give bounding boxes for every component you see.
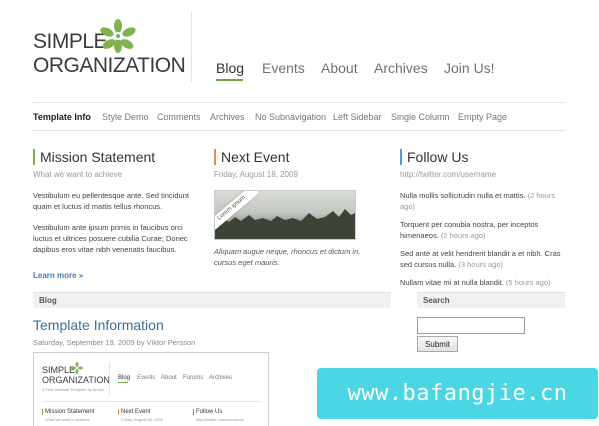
nav-join-us[interactable]: Join Us! <box>444 60 495 76</box>
thumb-tagline: A Free Website Template by Arcsin <box>42 387 104 392</box>
mission-paragraph-2: Vestibulum ante ipsum primis in faucibus… <box>33 223 188 254</box>
learn-more-link[interactable]: Learn more » <box>33 271 83 280</box>
post-title[interactable]: Template Information <box>33 317 164 333</box>
search-panel-title: Search <box>417 292 565 308</box>
tweet: Nulla mollis sollicitudin nulla et matti… <box>400 190 570 212</box>
watermark-banner: www.bafangjie.cn <box>317 368 598 419</box>
thumb-flower-icon <box>71 362 83 374</box>
nav-archives[interactable]: Archives <box>374 60 428 76</box>
nav-events[interactable]: Events <box>262 60 305 76</box>
tweet: Sed ante at velit hendrerit blandit a et… <box>400 248 570 270</box>
thumb-col1-title: Mission Statement <box>42 409 94 415</box>
tweet: Torquent per conubia nostra, per incepto… <box>400 219 570 241</box>
thumb-nav-archives: Archives <box>209 375 233 381</box>
thumb-col1-sub: What we want to achieve <box>45 417 90 422</box>
thumb-logo-line-2: ORGANIZATION <box>42 375 110 385</box>
tweet-text: Nullam vitae mi at nulla blandit. <box>400 278 504 287</box>
subnav-comments[interactable]: Comments <box>157 112 201 122</box>
thumb-col2-title: Next Event <box>118 409 150 415</box>
tweet-time[interactable]: (5 hours ago) <box>506 278 551 287</box>
mission-heading: Mission Statement <box>33 149 203 165</box>
thumb-nav-blog: Blog <box>118 375 131 381</box>
logo-line-2: ORGANIZATION <box>33 54 186 77</box>
thumb-nav-about: About <box>161 375 177 381</box>
nav-blog[interactable]: Blog <box>216 60 244 76</box>
subnav-template-info[interactable]: Template Info <box>33 112 91 122</box>
search-submit-button[interactable]: Submit <box>417 336 458 352</box>
blog-panel-title: Blog <box>33 292 391 308</box>
subnav-archives[interactable]: Archives <box>210 112 245 122</box>
thumb-col3-title: Follow Us <box>193 409 222 415</box>
tweet-time[interactable]: (2 hours ago) <box>441 231 486 240</box>
thumb-col2-sub: Friday, August 18, 2009 <box>121 417 163 422</box>
event-date: Friday, August 18, 2009 <box>214 170 298 179</box>
header-divider <box>191 12 192 82</box>
subnav-style-demo[interactable]: Style Demo <box>102 112 149 122</box>
thumb-nav-forums: Forums <box>183 375 204 381</box>
subnav-empty-page[interactable]: Empty Page <box>458 112 507 122</box>
tweet-time[interactable]: (3 hours ago) <box>458 260 503 269</box>
mission-subtitle: What we want to achieve <box>33 170 122 179</box>
subnav-top-rule <box>33 102 565 103</box>
subnav-bottom-rule <box>33 130 565 131</box>
template-screenshot: SIMPLE ORGANIZATION A Free Website Templ… <box>33 352 269 426</box>
event-heading: Next Event <box>214 149 384 165</box>
tweet: Nullam vitae mi at nulla blandit. (5 hou… <box>400 277 570 288</box>
search-input[interactable] <box>417 317 525 334</box>
mission-paragraph-1: Vestibulum eu pellentesque ante. Sed tin… <box>33 191 189 211</box>
thumb-col3-sub: http://twitter.com/username <box>196 417 245 422</box>
twitter-url[interactable]: http://twitter.com/username <box>400 170 570 179</box>
green-flower-icon <box>100 19 136 53</box>
event-caption: Aliquam augue neque, rhoncus et dictum i… <box>214 247 361 267</box>
subnav-no-subnavigation[interactable]: No Subnavigation <box>255 112 326 122</box>
thumb-nav-underline <box>118 382 128 383</box>
follow-heading: Follow Us <box>400 149 570 165</box>
post-meta: Saturday, September 19, 2009 by Viktor P… <box>33 338 196 347</box>
nav-about[interactable]: About <box>321 60 358 76</box>
tweet-text: Nulla mollis sollicitudin nulla et matti… <box>400 191 526 200</box>
mission-column: Mission Statement What we want to achiev… <box>33 149 203 283</box>
active-nav-underline <box>216 79 243 81</box>
thumb-divider <box>109 362 110 396</box>
thumb-rule <box>42 401 262 402</box>
subnav-left-sidebar[interactable]: Left Sidebar <box>333 112 382 122</box>
event-image[interactable]: Lorem ipsum <box>214 190 356 240</box>
follow-column: Follow Us http://twitter.com/username Nu… <box>400 149 570 295</box>
thumb-nav-events: Events <box>137 375 156 381</box>
event-column: Next Event Friday, August 18, 2009 Lorem… <box>214 149 384 268</box>
subnav-single-column[interactable]: Single Column <box>391 112 450 122</box>
